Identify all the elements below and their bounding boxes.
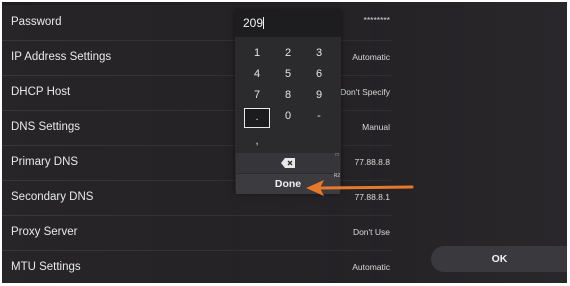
text-caret bbox=[263, 17, 264, 29]
setting-label: Primary DNS bbox=[11, 156, 79, 168]
setting-value: Don't Use bbox=[352, 227, 390, 237]
key-2[interactable]: 2 bbox=[275, 44, 301, 62]
setting-label: Proxy Server bbox=[11, 226, 78, 238]
keypad-input-value: 209 bbox=[243, 16, 264, 30]
setting-label: Secondary DNS bbox=[11, 191, 94, 203]
setting-label: Password bbox=[11, 16, 62, 28]
key-6[interactable]: 6 bbox=[306, 65, 332, 83]
key-3[interactable]: 3 bbox=[306, 44, 332, 62]
setting-row-proxy-server[interactable]: Proxy Server Don't Use bbox=[2, 215, 392, 251]
setting-label: IP Address Settings bbox=[11, 51, 112, 63]
numeric-keypad: 209 1 2 3 4 5 6 7 8 9 . 0 - , Done bbox=[235, 9, 341, 194]
key-0[interactable]: 0 bbox=[275, 107, 301, 125]
key-4[interactable]: 4 bbox=[244, 65, 270, 83]
ok-button[interactable]: OK bbox=[431, 246, 567, 272]
keypad-input-field[interactable]: 209 bbox=[235, 9, 341, 37]
backspace-button[interactable] bbox=[236, 153, 340, 173]
setting-value: Manual bbox=[362, 122, 390, 132]
key-decimal-point[interactable]: . bbox=[244, 108, 270, 128]
settings-screen: Password ******** IP Address Settings Au… bbox=[2, 2, 567, 283]
setting-value: Don't Specify bbox=[340, 87, 390, 97]
setting-label: DHCP Host bbox=[11, 86, 71, 98]
square-button-hint: □ bbox=[335, 152, 339, 158]
key-1[interactable]: 1 bbox=[244, 44, 270, 62]
setting-value: ******** bbox=[363, 15, 390, 25]
key-9[interactable]: 9 bbox=[306, 86, 332, 104]
setting-value: Automatic bbox=[352, 262, 390, 272]
setting-row-mtu-settings[interactable]: MTU Settings Automatic bbox=[2, 250, 392, 283]
key-comma[interactable]: , bbox=[244, 132, 270, 150]
setting-value: 77.88.8.8 bbox=[354, 157, 390, 167]
key-7[interactable]: 7 bbox=[244, 86, 270, 104]
orange-arrow-annotation bbox=[306, 180, 414, 196]
setting-label: DNS Settings bbox=[11, 121, 81, 133]
key-5[interactable]: 5 bbox=[275, 65, 301, 83]
backspace-icon bbox=[281, 158, 295, 168]
key-8[interactable]: 8 bbox=[275, 86, 301, 104]
setting-value: Automatic bbox=[352, 52, 390, 62]
setting-label: MTU Settings bbox=[11, 261, 81, 273]
key-minus[interactable]: - bbox=[306, 107, 332, 125]
